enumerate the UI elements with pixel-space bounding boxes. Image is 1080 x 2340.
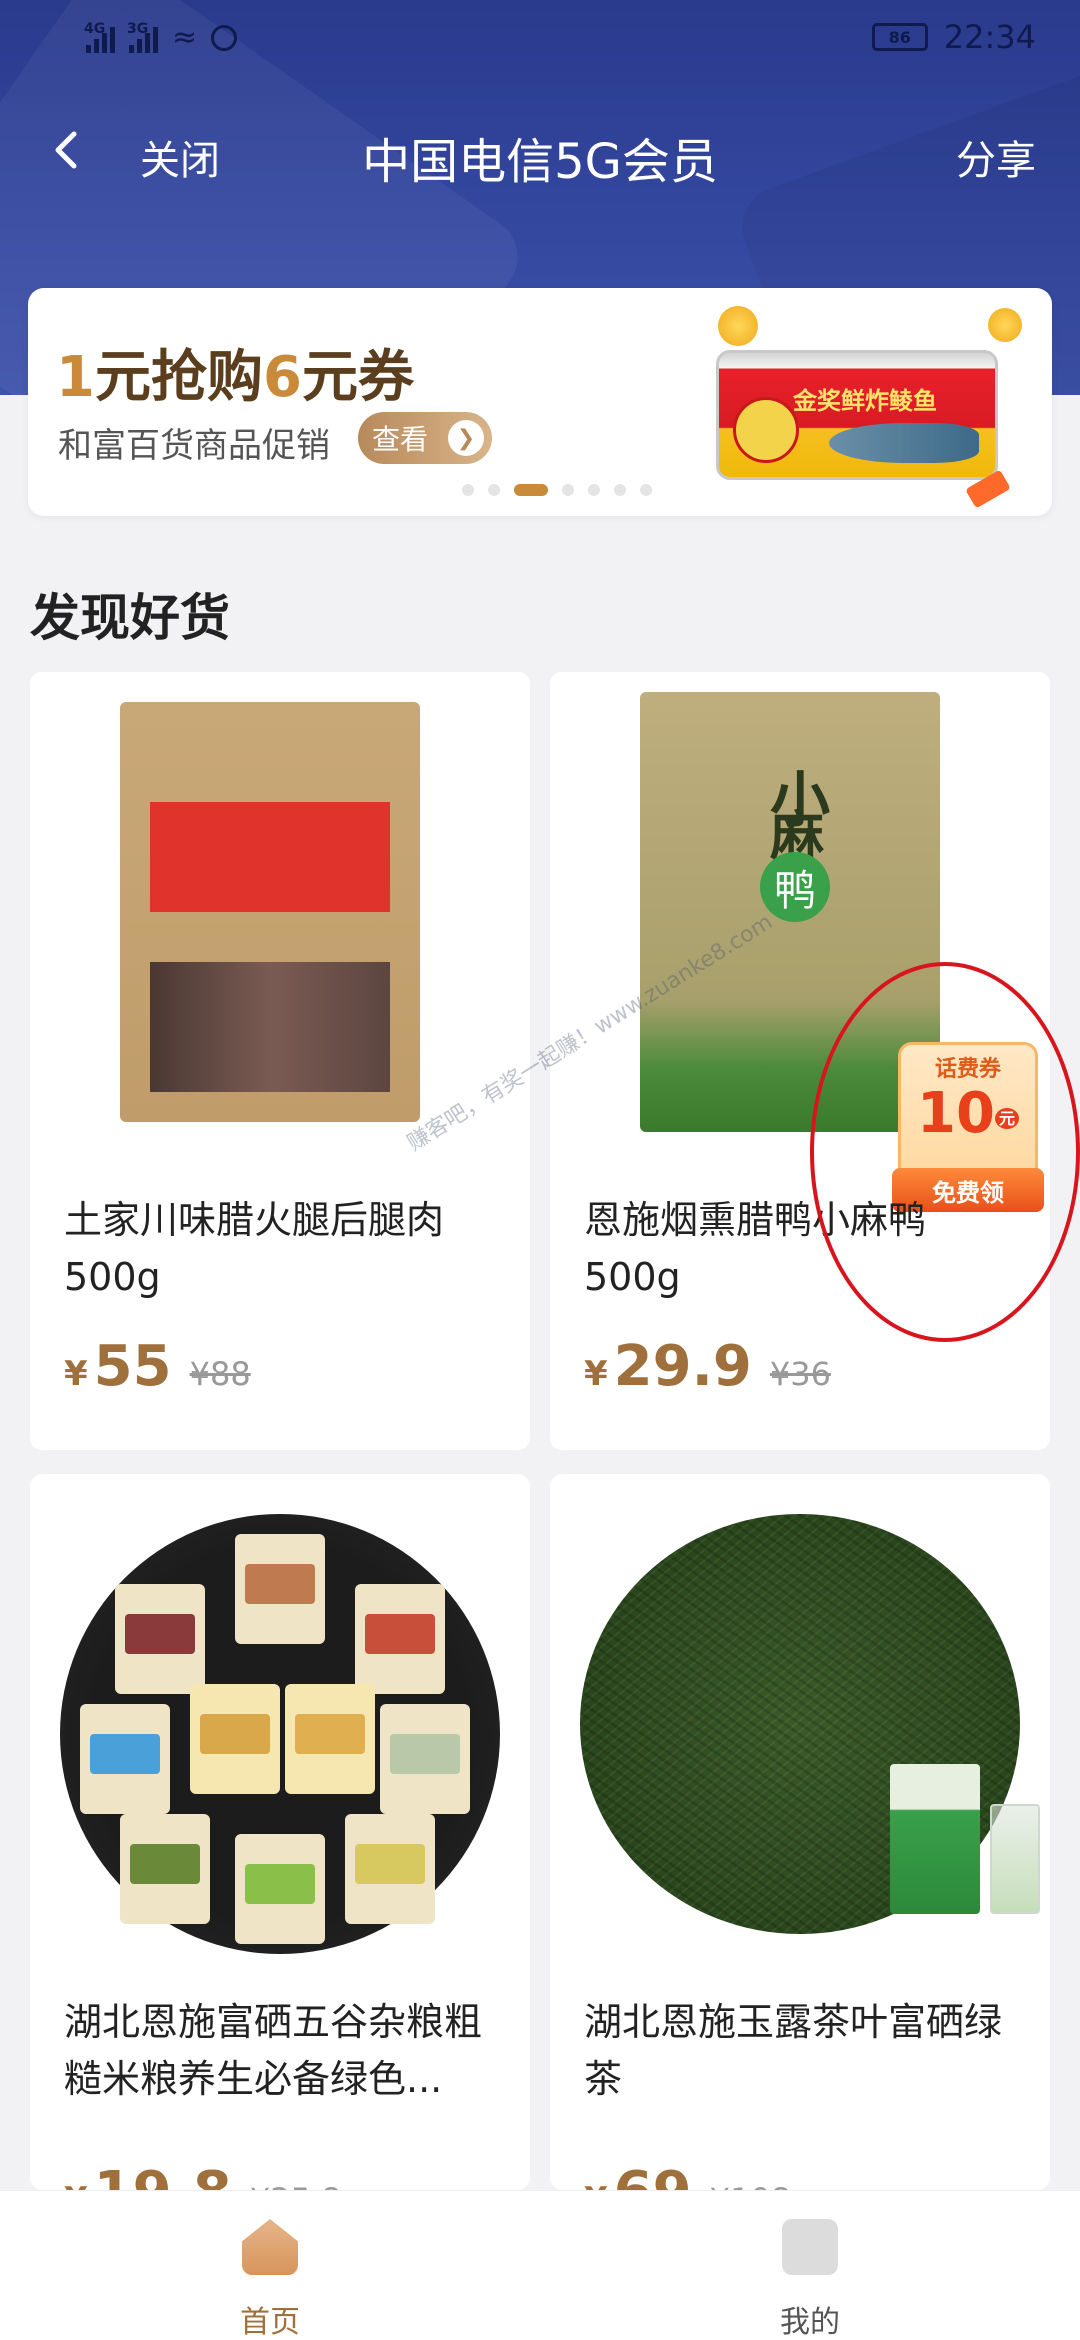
ham-bag-image bbox=[120, 702, 420, 1122]
tea-glass-image bbox=[990, 1804, 1040, 1914]
original-price: ¥88 bbox=[189, 1355, 251, 1393]
carousel-dot[interactable] bbox=[640, 484, 652, 496]
can-label: 金奖鲜炸鲮鱼 bbox=[793, 387, 937, 415]
duck-icon: 鸭 bbox=[760, 852, 830, 922]
grain-plate-image bbox=[60, 1514, 500, 1954]
view-button[interactable]: 查看 ❯ bbox=[358, 412, 492, 464]
bottom-tab-bar: 首页 我的 bbox=[0, 2190, 1080, 2340]
signal-4g-icon: 4G bbox=[84, 21, 115, 53]
view-button-label: 查看 bbox=[372, 423, 429, 456]
product-price: ¥ 55 ¥88 bbox=[64, 1334, 251, 1399]
section-title: 发现好货 bbox=[30, 589, 230, 647]
banner-subtitle: 和富百货商品促销 bbox=[58, 426, 330, 466]
carousel-dots bbox=[462, 484, 652, 496]
clock: 22:34 bbox=[943, 18, 1036, 56]
tab-home-label: 首页 bbox=[240, 2305, 300, 2340]
original-price: ¥108 bbox=[710, 2181, 791, 2190]
can-seal-icon bbox=[733, 397, 799, 463]
carousel-dot[interactable] bbox=[514, 484, 548, 496]
tab-home[interactable]: 首页 bbox=[170, 2219, 370, 2340]
product-image bbox=[550, 1474, 1050, 1974]
product-image bbox=[30, 1474, 530, 1974]
carousel-dot[interactable] bbox=[462, 484, 474, 496]
product-card[interactable]: 土家川味腊火腿后腿肉500g ¥ 55 ¥88 bbox=[30, 672, 530, 1450]
carousel-dot[interactable] bbox=[614, 484, 626, 496]
user-icon bbox=[782, 2219, 838, 2275]
page-title: 中国电信5G会员 bbox=[362, 134, 718, 190]
red-circle-annotation bbox=[810, 962, 1080, 1342]
product-name: 土家川味腊火腿后腿肉500g bbox=[64, 1198, 445, 1299]
tab-mine[interactable]: 我的 bbox=[710, 2219, 910, 2340]
product-card[interactable]: 湖北恩施富硒五谷杂粮粗糙米粮养生必备绿色... ¥ 19.8 ¥25.8 bbox=[30, 1474, 530, 2190]
carousel-dot[interactable] bbox=[488, 484, 500, 496]
battery-icon: 86 bbox=[871, 23, 928, 51]
status-bar: 4G 3G ≈ 86 22:34 bbox=[0, 0, 1080, 80]
product-price: ¥ 69 ¥108 bbox=[584, 2160, 791, 2190]
fish-icon bbox=[829, 423, 979, 463]
nav-bar: 关闭 中国电信5G会员 分享 bbox=[0, 110, 1080, 190]
signal-3g-icon: 3G bbox=[127, 21, 158, 53]
coin-icon bbox=[718, 306, 758, 346]
product-card[interactable]: 湖北恩施玉露茶叶富硒绿茶 ¥ 69 ¥108 bbox=[550, 1474, 1050, 2190]
original-price: ¥36 bbox=[769, 1355, 831, 1393]
home-icon bbox=[242, 2219, 298, 2275]
coin-icon bbox=[988, 308, 1022, 342]
product-price: ¥ 29.9 ¥36 bbox=[584, 1334, 831, 1399]
carousel-dot[interactable] bbox=[562, 484, 574, 496]
product-name: 湖北恩施富硒五谷杂粮粗糙米粮养生必备绿色... bbox=[64, 2000, 483, 2101]
chevron-right-icon: ❯ bbox=[448, 420, 484, 456]
nfc-icon bbox=[211, 24, 238, 51]
tab-mine-label: 我的 bbox=[780, 2305, 840, 2340]
share-button[interactable]: 分享 bbox=[956, 128, 1036, 186]
product-name: 湖北恩施玉露茶叶富硒绿茶 bbox=[584, 2000, 1003, 2101]
wifi-icon: ≈ bbox=[172, 20, 198, 55]
fish-can-image: 金奖鲜炸鲮鱼 bbox=[716, 350, 998, 480]
original-price: ¥25.8 bbox=[250, 2181, 342, 2190]
banner-title: 1元抢购6元券 bbox=[56, 345, 414, 410]
promo-banner[interactable]: 1元抢购6元券 和富百货商品促销 查看 ❯ 金奖鲜炸鲮鱼 bbox=[28, 288, 1052, 516]
tea-box-image bbox=[890, 1764, 980, 1914]
product-price: ¥ 19.8 ¥25.8 bbox=[64, 2160, 341, 2190]
carousel-dot[interactable] bbox=[588, 484, 600, 496]
